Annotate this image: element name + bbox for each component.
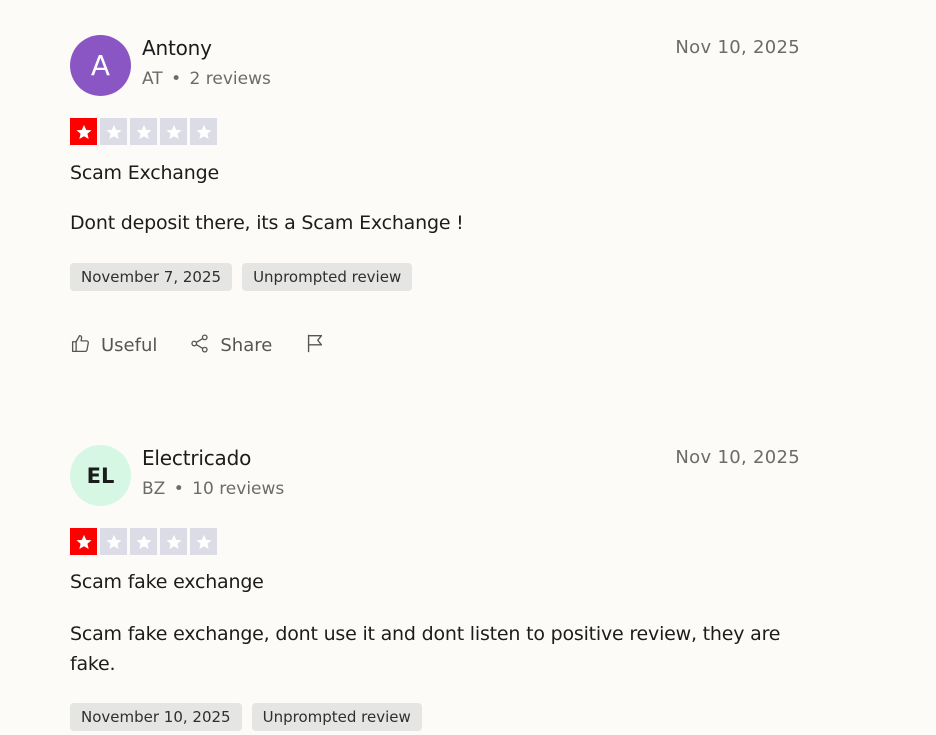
experience-date-tag: November 10, 2025 [70, 703, 242, 731]
review-date: Nov 10, 2025 [675, 447, 800, 468]
star-icon [190, 528, 217, 555]
star-icon [130, 528, 157, 555]
review-card: EL Electricado BZ • 10 reviews Nov 10, 2… [70, 445, 800, 731]
report-button[interactable] [304, 332, 326, 359]
reviews-page: A Antony AT • 2 reviews Nov 10, 2025 Sca… [0, 0, 936, 735]
reviewer-country: BZ [142, 479, 166, 499]
review-body: Dont deposit there, its a Scam Exchange … [70, 212, 464, 234]
avatar-initials: EL [86, 463, 115, 488]
experience-date-tag: November 7, 2025 [70, 263, 233, 291]
reviewer-name[interactable]: Electricado [142, 446, 251, 470]
thumbs-up-icon [70, 333, 91, 359]
reviewer-meta: BZ • 10 reviews [142, 479, 284, 499]
meta-separator: • [171, 69, 182, 89]
reviewer-review-count: 10 reviews [192, 479, 285, 499]
reviewer-name[interactable]: Antony [142, 36, 212, 60]
flag-icon [304, 332, 326, 359]
review-date: Nov 10, 2025 [675, 37, 800, 58]
review-card: A Antony AT • 2 reviews Nov 10, 2025 Sca… [70, 35, 800, 356]
useful-label: Useful [101, 335, 158, 356]
review-actions: Useful Share [70, 332, 358, 359]
reviewer-country: AT [142, 69, 163, 89]
avatar[interactable]: A [70, 35, 131, 96]
share-icon [189, 333, 210, 359]
star-icon [100, 118, 127, 145]
star-icon [190, 118, 217, 145]
reviewer-meta: AT • 2 reviews [142, 69, 271, 89]
star-icon [70, 118, 97, 145]
star-icon [160, 118, 187, 145]
review-body: Scam fake exchange, dont use it and dont… [70, 623, 781, 675]
unprompted-review-tag[interactable]: Unprompted review [251, 703, 422, 731]
unprompted-review-tag[interactable]: Unprompted review [242, 263, 413, 291]
star-rating [70, 118, 217, 145]
star-icon [130, 118, 157, 145]
reviewer-review-count: 2 reviews [189, 69, 271, 89]
review-title[interactable]: Scam fake exchange [70, 571, 264, 593]
star-icon [160, 528, 187, 555]
review-header: A Antony AT • 2 reviews Nov 10, 2025 [70, 35, 800, 97]
avatar[interactable]: EL [70, 445, 131, 506]
review-tags: November 7, 2025 Unprompted review [70, 263, 413, 291]
review-tags: November 10, 2025 Unprompted review [70, 703, 422, 731]
star-rating [70, 528, 217, 555]
share-label: Share [220, 335, 273, 356]
share-button[interactable]: Share [189, 333, 272, 359]
meta-separator: • [173, 479, 184, 499]
star-icon [100, 528, 127, 555]
useful-button[interactable]: Useful [70, 333, 157, 359]
avatar-initials: A [90, 49, 111, 82]
review-title[interactable]: Scam Exchange [70, 162, 219, 184]
star-icon [70, 528, 97, 555]
review-header: EL Electricado BZ • 10 reviews Nov 10, 2… [70, 445, 800, 507]
